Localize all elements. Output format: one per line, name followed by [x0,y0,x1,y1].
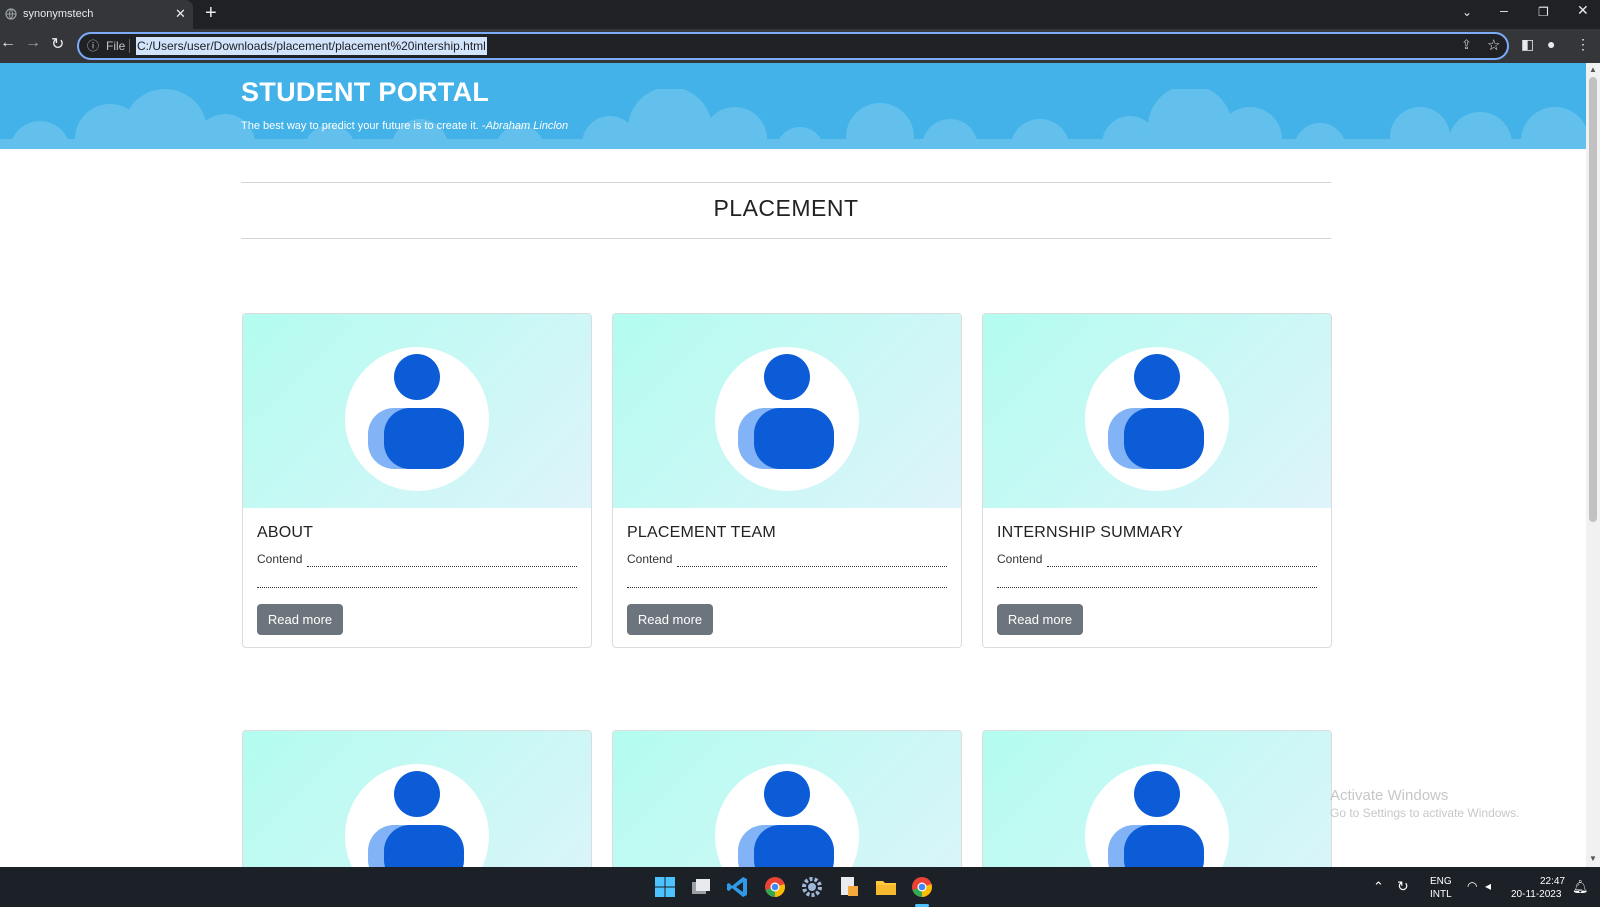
read-more-button[interactable]: Read more [627,604,713,635]
reload-icon[interactable]: ↻ [51,34,64,54]
notification-bell-icon[interactable]: 🔔︎ [1572,879,1589,895]
read-more-button[interactable]: Read more [257,604,343,635]
file-explorer-icon[interactable] [873,874,899,900]
browser-toolbar: ← → ↻ ⓘ File C:/Users/user/Downloads/pla… [0,29,1600,63]
divider-top [241,182,1331,183]
chrome-icon[interactable] [762,874,788,900]
taskbar: ⌃ ↻ ENG INTL ◠ ◂ 22:47 20-11-2023 🔔︎ [0,867,1600,907]
new-tab-icon[interactable]: + [205,2,217,25]
forward-arrow-icon[interactable]: → [25,34,41,52]
card-image [243,314,591,508]
divider-bottom [241,238,1331,239]
card-row2-2 [612,730,962,867]
user-avatar-icon [345,764,489,867]
portal-title: STUDENT PORTAL [241,77,490,107]
dotted-line [1047,566,1317,567]
user-avatar-icon [1085,764,1229,867]
clock-time[interactable]: 22:47 [1540,876,1565,887]
tab-title: synonymstech [23,8,94,20]
url-separator [129,39,130,53]
scroll-down-icon[interactable]: ▼ [1589,854,1597,863]
profile-icon[interactable]: ● [1547,36,1555,52]
minimize-icon[interactable]: – [1500,2,1508,18]
user-avatar-icon [715,764,859,867]
card-image [613,731,961,867]
url-scheme-label: File [106,39,126,53]
settings-gear-icon[interactable] [799,874,825,900]
share-icon[interactable]: ⇪ [1461,37,1472,53]
restore-icon[interactable]: ❐ [1538,5,1549,19]
hero-quote: The best way to predict your future is t… [241,120,568,132]
close-window-icon[interactable]: ✕ [1577,2,1589,19]
vscode-icon[interactable] [725,874,751,900]
dotted-line [997,587,1317,588]
windows-start-icon[interactable] [652,874,678,900]
card-title: ABOUT [257,524,314,541]
section-title: PLACEMENT [713,195,859,221]
scroll-up-icon[interactable]: ▲ [1589,65,1597,74]
quote-author: Abraham Linclon [485,120,569,132]
language-top[interactable]: ENG [1430,876,1452,887]
side-panel-icon[interactable]: ◧ [1521,36,1534,53]
dotted-line [307,566,577,567]
activate-line1: Activate Windows [1330,787,1449,804]
hero-banner: STUDENT PORTAL The best way to predict y… [0,63,1586,149]
address-bar[interactable]: ⓘ File C:/Users/user/Downloads/placement… [77,32,1509,60]
scrollbar-thumb[interactable] [1589,77,1597,522]
quote-text: The best way to predict your future is t… [241,120,486,132]
close-tab-icon[interactable]: ✕ [175,6,186,22]
sync-icon[interactable]: ↻ [1397,878,1409,895]
document-app-icon[interactable] [836,874,862,900]
card-title: PLACEMENT TEAM [627,524,776,541]
wifi-icon[interactable]: ◠ [1467,879,1477,893]
card-image [983,314,1331,508]
dotted-line [677,566,947,567]
card-text: Contend [997,552,1043,566]
page-scrollbar[interactable]: ▲ ▼ [1586,63,1600,867]
read-more-button[interactable]: Read more [997,604,1083,635]
card-placement-team: PLACEMENT TEAM Contend Read more [612,313,962,648]
user-avatar-icon [1085,347,1229,491]
tray-chevron-icon[interactable]: ⌃ [1373,879,1384,895]
globe-icon [5,8,17,20]
user-avatar-icon [715,347,859,491]
card-about: ABOUT Contend Read more [242,313,592,648]
card-row2-3 [982,730,1332,867]
language-bottom[interactable]: INTL [1430,889,1452,900]
card-text: Contend [627,552,673,566]
card-text: Contend [257,552,303,566]
tab-search-icon[interactable]: ⌄ [1462,5,1472,19]
url-text[interactable]: C:/Users/user/Downloads/placement/placem… [136,37,487,55]
bookmark-star-icon[interactable]: ☆ [1487,36,1500,54]
card-row2-1 [242,730,592,867]
user-avatar-icon [345,347,489,491]
volume-icon[interactable]: ◂ [1485,879,1491,893]
dotted-line [627,587,947,588]
info-icon[interactable]: ⓘ [87,37,99,54]
card-image [243,731,591,867]
activate-line2: Go to Settings to activate Windows. [1330,806,1520,820]
menu-kebab-icon[interactable]: ⋮ [1576,36,1590,53]
card-title: INTERNSHIP SUMMARY [997,524,1184,541]
activate-windows-watermark: Activate Windows Go to Settings to activ… [1330,787,1519,820]
chrome-active-icon[interactable] [909,874,935,900]
task-view-icon[interactable] [688,874,714,900]
page-viewport: STUDENT PORTAL The best way to predict y… [0,63,1586,867]
card-image [983,731,1331,867]
card-image [613,314,961,508]
tab-strip: synonymstech ✕ + ⌄ – ❐ ✕ [0,0,1600,29]
clock-date[interactable]: 20-11-2023 [1511,889,1561,900]
card-internship-summary: INTERNSHIP SUMMARY Contend Read more [982,313,1332,648]
browser-tab[interactable]: synonymstech ✕ [0,0,193,29]
dotted-line [257,587,577,588]
clouds-decoration [0,89,1586,149]
back-arrow-icon[interactable]: ← [0,34,16,52]
